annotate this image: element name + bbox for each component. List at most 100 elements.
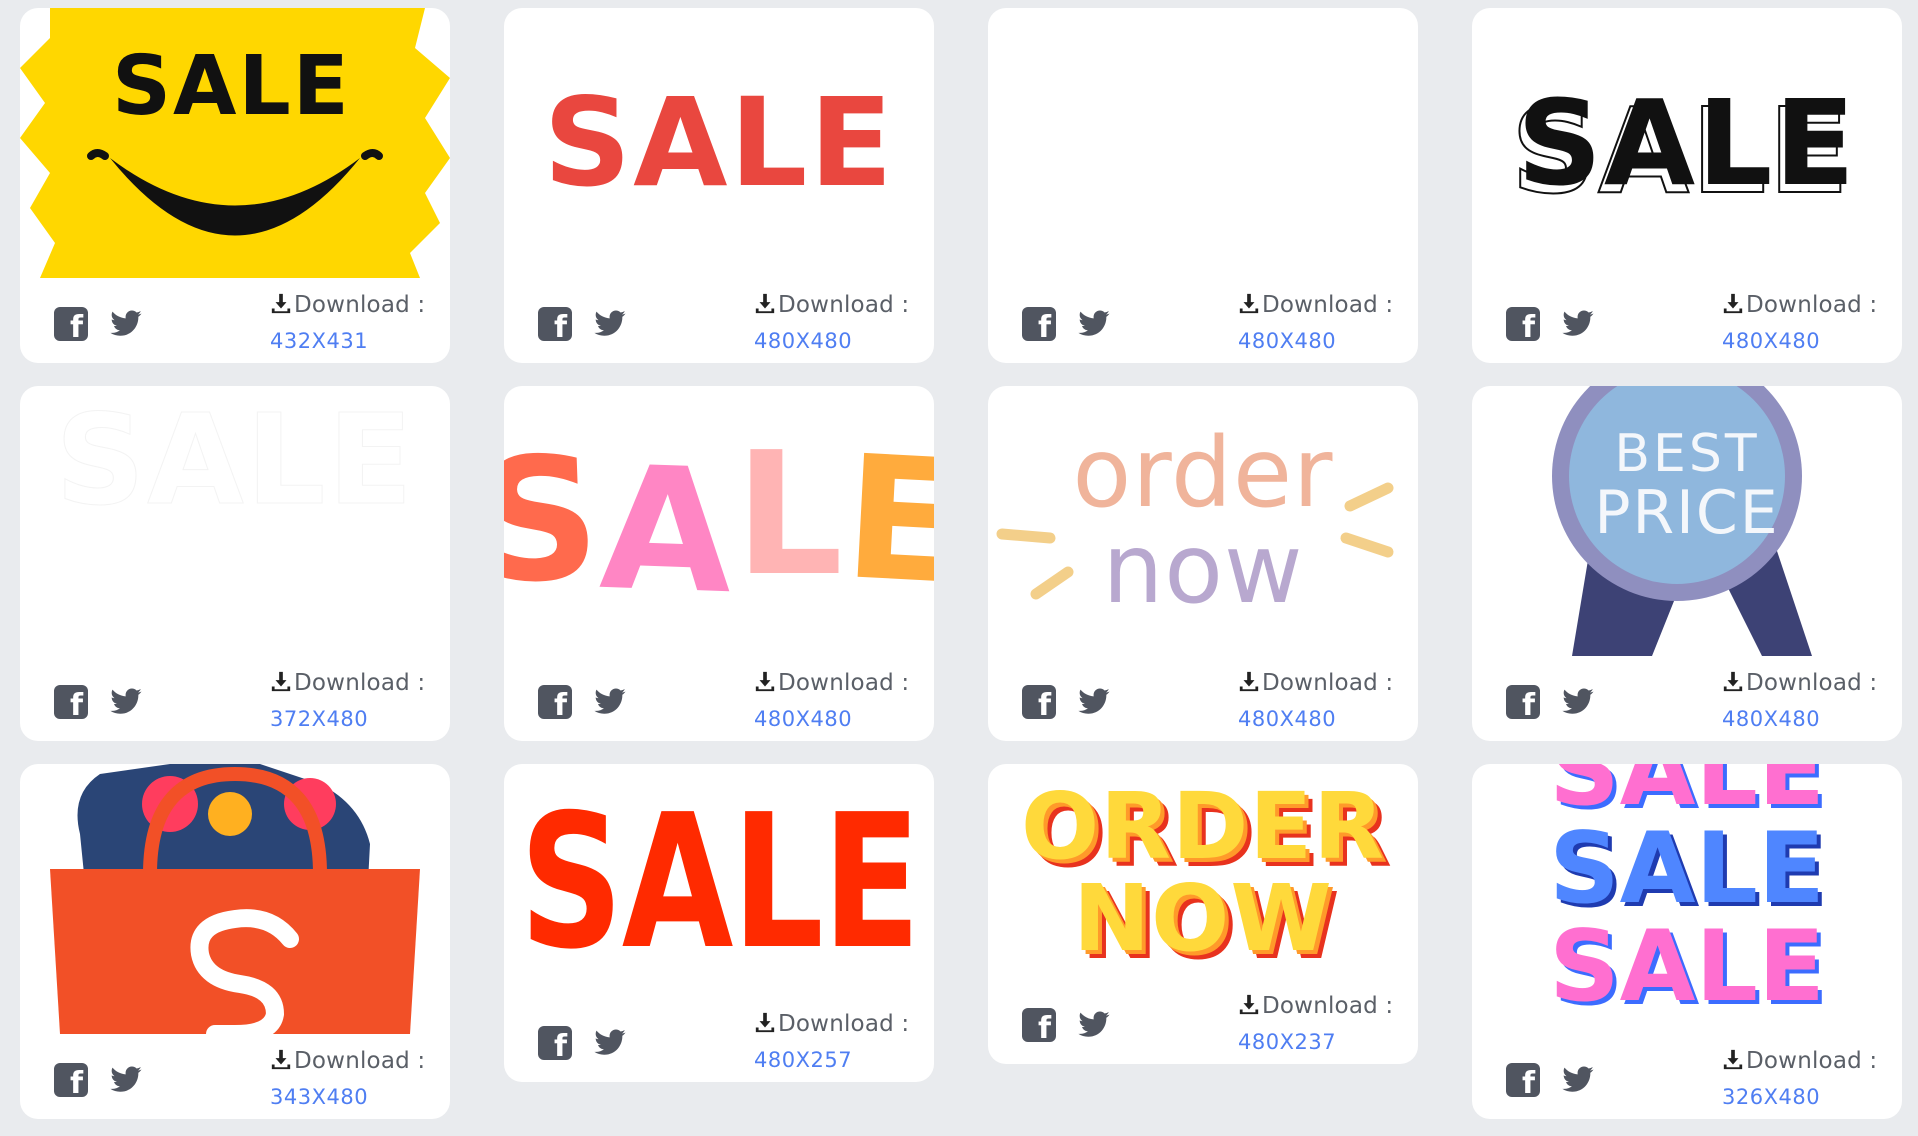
image-size-link[interactable]: 372X480 xyxy=(270,707,368,731)
twitter-icon[interactable] xyxy=(108,685,144,719)
sticker-card[interactable]: order now f Download : 480X480 xyxy=(988,386,1418,741)
sticker-text: BEST xyxy=(1614,424,1760,485)
download-icon xyxy=(755,1012,775,1033)
download-label: Download : xyxy=(1746,670,1878,696)
card-footer: f Download : 480X480 xyxy=(988,659,1418,741)
twitter-icon[interactable] xyxy=(1560,307,1596,341)
image-size-link[interactable]: 480X480 xyxy=(1722,329,1820,353)
facebook-icon[interactable]: f xyxy=(1022,307,1056,343)
facebook-icon[interactable]: f xyxy=(1506,685,1540,721)
facebook-icon[interactable]: f xyxy=(538,685,572,721)
download-icon xyxy=(271,293,291,314)
sticker-card[interactable]: ORDER NOW f Download : 480X237 xyxy=(988,764,1418,1064)
download-link[interactable]: Download : xyxy=(270,292,425,318)
image-size-link[interactable]: 432X431 xyxy=(270,329,368,353)
facebook-icon[interactable]: f xyxy=(538,307,572,343)
sticker-card[interactable]: f Download : 480X480 xyxy=(988,8,1418,363)
download-link[interactable]: Download : xyxy=(270,670,425,696)
sticker-card[interactable]: SALE f Download : 480X257 xyxy=(504,764,934,1082)
twitter-icon[interactable] xyxy=(1076,307,1112,341)
image-size-link[interactable]: 480X480 xyxy=(1238,707,1336,731)
facebook-icon[interactable]: f xyxy=(54,685,88,721)
sticker-image[interactable]: SALE xyxy=(20,386,450,656)
download-link[interactable]: Download : xyxy=(1238,993,1393,1019)
facebook-icon[interactable]: f xyxy=(54,307,88,343)
download-link[interactable]: Download : xyxy=(754,292,909,318)
twitter-icon[interactable] xyxy=(592,307,628,341)
download-label: Download : xyxy=(1262,993,1394,1019)
download-icon xyxy=(1723,1049,1743,1070)
image-size-link[interactable]: 480X480 xyxy=(1722,707,1820,731)
sticker-card[interactable]: SALE f Download : 372X480 xyxy=(20,386,450,741)
twitter-icon[interactable] xyxy=(1076,685,1112,719)
image-size-link[interactable]: 480X237 xyxy=(1238,1030,1336,1054)
sticker-image[interactable]: S A L E xyxy=(504,386,934,656)
image-size-link[interactable]: 326X480 xyxy=(1722,1085,1820,1109)
sticker-card[interactable]: f Download : 343X480 xyxy=(20,764,450,1119)
sticker-image[interactable]: SALE xyxy=(504,764,934,1000)
image-size-link[interactable]: 480X480 xyxy=(754,329,852,353)
download-link[interactable]: Download : xyxy=(754,1011,909,1037)
image-size-link[interactable]: 480X480 xyxy=(1238,329,1336,353)
download-label: Download : xyxy=(1262,670,1394,696)
sticker-image[interactable] xyxy=(20,764,450,1034)
sticker-image[interactable]: BEST PRICE xyxy=(1472,386,1902,656)
facebook-icon[interactable]: f xyxy=(538,1026,572,1062)
twitter-icon[interactable] xyxy=(1076,1008,1112,1042)
twitter-icon[interactable] xyxy=(1560,685,1596,719)
twitter-icon[interactable] xyxy=(592,1026,628,1060)
twitter-icon[interactable] xyxy=(108,1063,144,1097)
download-label: Download : xyxy=(294,1048,426,1074)
sticker-card[interactable]: BEST PRICE f Download : 480X480 xyxy=(1472,386,1902,741)
image-size-link[interactable]: 343X480 xyxy=(270,1085,368,1109)
download-label: Download : xyxy=(1746,292,1878,318)
card-footer: f Download : 480X480 xyxy=(504,281,934,363)
facebook-icon[interactable]: f xyxy=(1506,307,1540,343)
sticker-letter: S xyxy=(504,419,603,623)
facebook-icon[interactable]: f xyxy=(54,1063,88,1099)
sticker-card[interactable]: SALE SALE SALE f Download : 326X480 xyxy=(1472,764,1902,1119)
download-link[interactable]: Download : xyxy=(1722,670,1877,696)
sticker-text: now xyxy=(1102,513,1304,625)
sticker-image[interactable]: order now xyxy=(988,386,1418,656)
sticker-image[interactable]: SALE SALE xyxy=(1472,8,1902,278)
image-size-link[interactable]: 480X480 xyxy=(754,707,852,731)
sticker-card[interactable]: SALE f Download : 432X431 xyxy=(20,8,450,363)
download-label: Download : xyxy=(294,292,426,318)
download-icon xyxy=(1239,671,1259,692)
sticker-card[interactable]: S A L E f Download : 480X480 xyxy=(504,386,934,741)
sticker-image[interactable]: SALE xyxy=(504,8,934,278)
download-icon xyxy=(1239,293,1259,314)
card-footer: f Download : 480X480 xyxy=(504,659,934,741)
twitter-icon[interactable] xyxy=(592,685,628,719)
sticker-image[interactable]: SALE xyxy=(20,8,450,278)
card-footer: f Download : 326X480 xyxy=(1472,1037,1902,1119)
sticker-letter: L xyxy=(734,416,844,614)
sticker-text: order xyxy=(1072,417,1334,529)
twitter-icon[interactable] xyxy=(1560,1063,1596,1097)
sticker-image[interactable]: SALE SALE SALE xyxy=(1472,764,1902,1034)
image-size-link[interactable]: 480X257 xyxy=(754,1048,852,1072)
download-link[interactable]: Download : xyxy=(1238,670,1393,696)
download-link[interactable]: Download : xyxy=(1722,292,1877,318)
download-label: Download : xyxy=(1262,292,1394,318)
sticker-text: SALE xyxy=(112,39,351,134)
download-icon xyxy=(755,671,775,692)
facebook-icon[interactable]: f xyxy=(1506,1063,1540,1099)
download-icon xyxy=(1239,994,1259,1015)
download-link[interactable]: Download : xyxy=(1722,1048,1877,1074)
sticker-card[interactable]: SALE SALE f Download : 480X480 xyxy=(1472,8,1902,363)
download-icon xyxy=(271,671,291,692)
sticker-card[interactable]: SALE f Download : 480X480 xyxy=(504,8,934,363)
download-link[interactable]: Download : xyxy=(270,1048,425,1074)
sticker-image[interactable]: ORDER NOW xyxy=(988,764,1418,982)
twitter-icon[interactable] xyxy=(108,307,144,341)
download-link[interactable]: Download : xyxy=(754,670,909,696)
facebook-icon[interactable]: f xyxy=(1022,685,1056,721)
card-footer: f Download : 343X480 xyxy=(20,1037,450,1119)
sticker-text: PRICE xyxy=(1594,477,1780,548)
facebook-icon[interactable]: f xyxy=(1022,1008,1056,1044)
sticker-image[interactable] xyxy=(988,8,1418,278)
sticker-text: NOW xyxy=(1073,865,1333,972)
download-link[interactable]: Download : xyxy=(1238,292,1393,318)
